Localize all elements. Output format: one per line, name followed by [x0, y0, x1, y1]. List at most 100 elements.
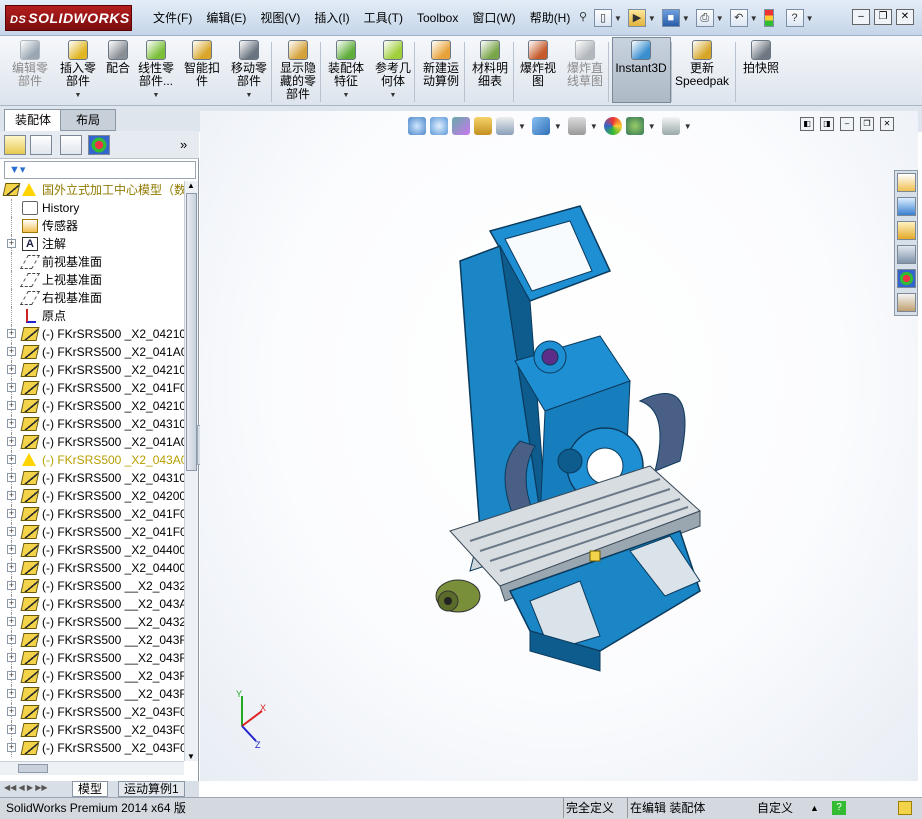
scroll-up-icon[interactable]: ▲: [187, 181, 195, 190]
close-icon[interactable]: ✕: [896, 9, 914, 25]
expand-toggle-icon[interactable]: +: [7, 653, 16, 662]
expand-toggle-icon[interactable]: +: [7, 563, 16, 572]
tree-item[interactable]: + (-) FKrSRS500 __X2_043F043: [0, 685, 184, 703]
menu-item-6[interactable]: 窗口(W): [465, 0, 522, 36]
status-units[interactable]: 自定义: [757, 798, 793, 818]
tree-item[interactable]: + (-) FKrSRS500 _X2_0440043: [0, 541, 184, 559]
tree-item[interactable]: + (-) FKrSRS500 _X2_041F044: [0, 505, 184, 523]
menu-item-7[interactable]: 帮助(H): [523, 0, 578, 36]
ribbon-button-speedpak[interactable]: 更新 Speedpak: [675, 40, 729, 88]
expand-toggle-icon[interactable]: +: [7, 707, 16, 716]
tree-item[interactable]: + (-) FKrSRS500 _X2_041A043: [0, 433, 184, 451]
tree-vertical-scrollbar[interactable]: ▲ ▼: [184, 181, 198, 761]
display-manager-icon[interactable]: [88, 135, 110, 155]
tree-item[interactable]: History: [0, 199, 184, 217]
new-dropdown-icon[interactable]: ▼: [614, 14, 622, 23]
tree-item[interactable]: + (-) FKrSRS500 _X2_0421044: [0, 325, 184, 343]
open-folder-icon[interactable]: ▶: [627, 9, 646, 27]
tree-item[interactable]: + (-) FKrSRS500 _X2_0421044: [0, 361, 184, 379]
view-palette-icon[interactable]: [897, 245, 916, 264]
panel-expand-icon[interactable]: »: [180, 137, 187, 152]
expand-toggle-icon[interactable]: +: [7, 437, 16, 446]
status-tag-icon[interactable]: [898, 801, 912, 815]
save-icon[interactable]: ■: [661, 9, 680, 27]
design-library-icon[interactable]: [897, 197, 916, 216]
tree-item[interactable]: + (-) FKrSRS500 __X2_0432043: [0, 577, 184, 595]
expand-toggle-icon[interactable]: +: [7, 365, 16, 374]
print-dropdown-icon[interactable]: ▼: [716, 14, 724, 23]
tab-nav-arrows-icon[interactable]: ◀◀ ◀ ▶ ▶▶: [4, 783, 48, 792]
ribbon-button-move-component[interactable]: 移动零 部件 ▼: [228, 40, 270, 102]
expand-toggle-icon[interactable]: +: [7, 491, 16, 500]
new-document-icon[interactable]: ▯: [594, 9, 612, 27]
help-icon[interactable]: ?: [785, 9, 804, 27]
status-help-icon[interactable]: ?: [832, 801, 846, 815]
menu-item-2[interactable]: 视图(V): [253, 0, 307, 36]
ribbon-button-edit-component[interactable]: 编辑零 部件: [8, 40, 52, 88]
tree-item[interactable]: + (-) FKrSRS500 _X2_041F043: [0, 379, 184, 397]
expand-toggle-icon[interactable]: +: [7, 689, 16, 698]
expand-toggle-icon[interactable]: +: [7, 401, 16, 410]
ribbon-button-mate[interactable]: 配合: [104, 40, 132, 75]
tree-item[interactable]: + (-) FKrSRS500 _X2_043F044: [0, 739, 184, 757]
print-icon[interactable]: ⎙: [695, 9, 714, 27]
scroll-down-icon[interactable]: ▼: [187, 752, 195, 761]
ribbon-button-reference-geometry[interactable]: 参考几 何体 ▼: [372, 40, 414, 102]
menu-item-0[interactable]: 文件(F): [146, 0, 199, 36]
file-explorer-icon[interactable]: [897, 221, 916, 240]
ribbon-button-insert-component[interactable]: 插入零 部件 ▼: [58, 40, 98, 102]
expand-toggle-icon[interactable]: +: [7, 581, 16, 590]
expand-toggle-icon[interactable]: +: [7, 383, 16, 392]
tab-assembly[interactable]: 装配体: [4, 109, 63, 131]
expand-toggle-icon[interactable]: +: [7, 599, 16, 608]
tree-item[interactable]: + (-) FKrSRS500 _X2_0420043: [0, 487, 184, 505]
tree-item[interactable]: + (-) FKrSRS500 _X2_041A043: [0, 343, 184, 361]
ribbon-button-smart-fastener[interactable]: 智能扣 件: [182, 40, 222, 88]
graphics-area[interactable]: ▼ ▼ ▼ ▼ ▼ ◧ ◨ – ❐ ✕ Y X Z: [200, 111, 918, 781]
dropdown-arrow-icon[interactable]: ▼: [246, 89, 253, 102]
tab-motion-study[interactable]: 运动算例1: [118, 781, 185, 797]
tree-item[interactable]: + (-) FKrSRS500 __X2_043F043: [0, 649, 184, 667]
undo-icon[interactable]: ↶: [729, 9, 748, 27]
tree-item[interactable]: 原点: [0, 307, 184, 325]
menu-item-4[interactable]: 工具(T): [357, 0, 410, 36]
configuration-manager-icon[interactable]: [60, 135, 82, 155]
tree-item[interactable]: + (-) FKrSRS500 _X2_041F044: [0, 523, 184, 541]
tree-item[interactable]: + (-) FKrSRS500 _X2_043F044: [0, 703, 184, 721]
ribbon-button-assembly-feature[interactable]: 装配体 特征 ▼: [326, 40, 366, 102]
tree-item[interactable]: 右视基准面: [0, 289, 184, 307]
solidworks-resources-icon[interactable]: [897, 173, 916, 192]
ribbon-button-show-hidden[interactable]: 显示隐 藏的零 部件: [276, 40, 320, 101]
ribbon-button-bom[interactable]: 材料明 细表: [470, 40, 510, 88]
expand-toggle-icon[interactable]: +: [7, 527, 16, 536]
open-dropdown-icon[interactable]: ▼: [648, 14, 656, 23]
expand-toggle-icon[interactable]: +: [7, 725, 16, 734]
tree-item[interactable]: + (-) FKrSRS500 __X2_043F043: [0, 631, 184, 649]
rebuild-traffic-light-icon[interactable]: [763, 9, 774, 27]
menu-item-5[interactable]: Toolbox: [410, 0, 465, 36]
tree-item[interactable]: + (-) FKrSRS500 _X2_0431043: [0, 415, 184, 433]
machining-center-model[interactable]: Y X Z: [200, 111, 918, 781]
expand-toggle-icon[interactable]: +: [7, 419, 16, 428]
expand-toggle-icon[interactable]: +: [7, 671, 16, 680]
ribbon-button-snapshot[interactable]: 拍快照: [740, 40, 782, 75]
tree-item[interactable]: 传感器: [0, 217, 184, 235]
dropdown-arrow-icon[interactable]: ▼: [75, 89, 82, 102]
ribbon-button-motion-study[interactable]: 新建运 动算例: [420, 40, 462, 88]
tree-horizontal-scrollbar[interactable]: [0, 761, 184, 775]
expand-toggle-icon[interactable]: +: [7, 347, 16, 356]
tree-item[interactable]: + (-) FKrSRS500 __X2_043F043: [0, 667, 184, 685]
restore-icon[interactable]: ❐: [874, 9, 892, 25]
expand-toggle-icon[interactable]: +: [7, 239, 16, 248]
expand-toggle-icon[interactable]: +: [7, 617, 16, 626]
hscroll-thumb[interactable]: [18, 764, 48, 773]
menu-item-1[interactable]: 编辑(E): [199, 0, 253, 36]
tab-layout[interactable]: 布局: [60, 109, 116, 131]
ribbon-button-instant3d[interactable]: Instant3D: [614, 40, 668, 75]
tree-item[interactable]: + A 注解: [0, 235, 184, 253]
dropdown-arrow-icon[interactable]: ▼: [390, 89, 397, 102]
expand-toggle-icon[interactable]: +: [7, 509, 16, 518]
tree-item[interactable]: + (-) FKrSRS500 _X2_043A0: [0, 451, 184, 469]
expand-toggle-icon[interactable]: +: [7, 455, 16, 464]
expand-toggle-icon[interactable]: +: [7, 545, 16, 554]
